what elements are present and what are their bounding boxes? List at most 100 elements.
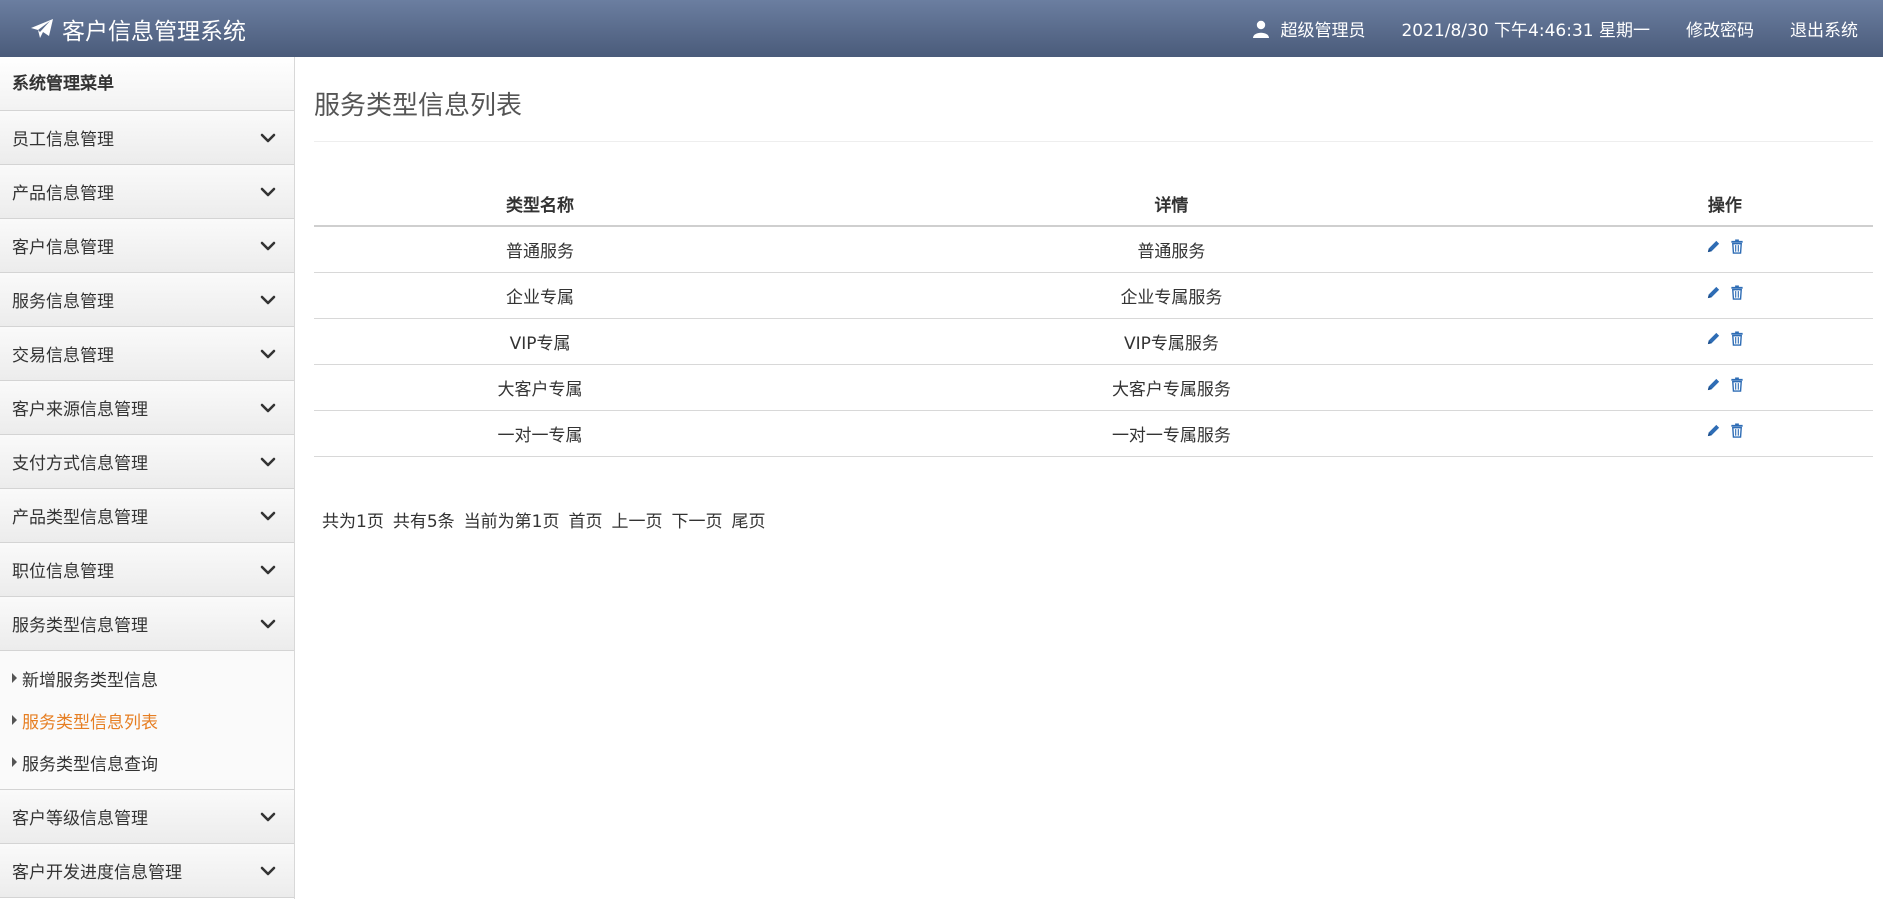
pager-next[interactable]: 下一页 xyxy=(671,507,722,532)
user-name: 超级管理员 xyxy=(1280,21,1366,41)
chevron-down-icon xyxy=(260,565,276,574)
change-password-link[interactable]: 修改密码 xyxy=(1686,16,1754,41)
app-title: 客户信息管理系统 xyxy=(62,18,246,45)
sidebar-group-label: 客户开发进度信息管理 xyxy=(12,863,182,883)
sidebar-group-label: 服务类型信息管理 xyxy=(12,616,148,636)
caret-right-icon xyxy=(12,715,17,725)
cell-detail: 一对一专属服务 xyxy=(766,410,1577,457)
cell-actions xyxy=(1576,410,1873,457)
sidebar-group-10[interactable]: 服务类型信息管理 xyxy=(0,597,294,651)
pencil-icon[interactable] xyxy=(1706,285,1721,300)
table-row: 大客户专属 大客户专属服务 xyxy=(314,364,1873,411)
paper-plane-icon xyxy=(31,18,53,38)
cell-type-name: 一对一专属 xyxy=(314,410,767,457)
sidebar-group-3[interactable]: 客户信息管理 xyxy=(0,219,294,273)
table-row: 普通服务 普通服务 xyxy=(314,226,1873,273)
sidebar-subitem-3[interactable]: 服务类型信息查询 xyxy=(0,741,294,783)
cell-actions xyxy=(1576,364,1873,411)
cell-detail: 企业专属服务 xyxy=(766,272,1577,319)
sidebar-subitem-label: 服务类型信息查询 xyxy=(22,754,158,775)
sidebar-menu: 员工信息管理 产品信息管理 客户信息管理 服务信息管理 交易信息管理客户来源信息管理 支付… xyxy=(0,111,294,898)
logout-link[interactable]: 退出系统 xyxy=(1790,16,1858,41)
sidebar-subitem-label: 服务类型信息列表 xyxy=(22,712,158,733)
chevron-down-icon xyxy=(260,511,276,520)
sidebar-subitem-1[interactable]: 新增服务类型信息 xyxy=(0,657,294,699)
column-header-actions: 操作 xyxy=(1576,182,1873,227)
datetime: 2021/8/30 下午4:46:31 星期一 xyxy=(1401,21,1650,41)
sidebar-subitem-2[interactable]: 服务类型信息列表 xyxy=(0,699,294,741)
pager-prev[interactable]: 上一页 xyxy=(611,507,662,532)
table-row: 企业专属 企业专属服务 xyxy=(314,272,1873,319)
chevron-down-icon xyxy=(260,403,276,412)
cell-detail: VIP专属服务 xyxy=(766,318,1577,365)
sidebar-title: 系统管理菜单 xyxy=(0,57,294,111)
cell-actions xyxy=(1576,226,1873,273)
main-content: 服务类型信息列表 类型名称 详情 操作 普通服务 普通服务 企业专属 企业专属服务 VI… xyxy=(314,57,1873,532)
pager-last[interactable]: 尾页 xyxy=(731,507,765,532)
trash-icon[interactable] xyxy=(1730,239,1744,255)
sidebar-group-1[interactable]: 员工信息管理 xyxy=(0,111,294,165)
sidebar-group-11[interactable]: 客户等级信息管理 xyxy=(0,790,294,844)
trash-icon[interactable] xyxy=(1730,377,1744,392)
current-user: 超级管理员 xyxy=(1252,16,1365,41)
cell-type-name: 普通服务 xyxy=(314,226,767,273)
user-icon xyxy=(1253,20,1270,38)
column-header-name: 类型名称 xyxy=(314,182,767,227)
cell-detail: 普通服务 xyxy=(766,226,1577,273)
top-right-area: 超级管理员 2021/8/30 下午4:46:31 星期一 修改密码 退出系统 xyxy=(1216,0,1858,57)
sidebar-group-label: 服务信息管理 xyxy=(12,292,114,312)
trash-icon[interactable] xyxy=(1730,423,1744,438)
pencil-icon[interactable] xyxy=(1706,239,1721,254)
trash-icon[interactable] xyxy=(1730,285,1744,300)
pager-first[interactable]: 首页 xyxy=(568,507,602,532)
chevron-down-icon xyxy=(260,187,276,196)
sidebar-group-label: 支付方式信息管理 xyxy=(12,454,148,474)
sidebar-submenu: 新增服务类型信息 服务类型信息列表 服务类型信息查询 xyxy=(0,651,294,790)
sidebar-group-label: 客户等级信息管理 xyxy=(12,809,148,829)
chevron-down-icon xyxy=(260,866,276,875)
sidebar-subitem-label: 新增服务类型信息 xyxy=(22,670,158,691)
sidebar-group-label: 客户来源信息管理 xyxy=(12,400,148,420)
sidebar-group-12[interactable]: 客户开发进度信息管理 xyxy=(0,844,294,898)
caret-right-icon xyxy=(12,673,17,683)
pencil-icon[interactable] xyxy=(1706,377,1721,392)
chevron-down-icon xyxy=(260,133,276,142)
pagination: 共为1页 共有5条 当前为第1页 首页 上一页 下一页 尾页 xyxy=(314,507,1873,532)
brand: 客户信息管理系统 xyxy=(30,0,246,57)
service-type-table: 类型名称 详情 操作 普通服务 普通服务 企业专属 企业专属服务 VIP专属 VIP专属服… xyxy=(314,182,1873,457)
cell-type-name: VIP专属 xyxy=(314,318,767,365)
sidebar-group-2[interactable]: 产品信息管理 xyxy=(0,165,294,219)
page-title: 服务类型信息列表 xyxy=(314,82,1873,142)
chevron-down-icon xyxy=(260,241,276,250)
pager-total-pages: 共为1页 xyxy=(322,511,384,532)
pager-total-records: 共有5条 xyxy=(392,511,455,532)
cell-actions xyxy=(1576,318,1873,365)
sidebar-group-9[interactable]: 职位信息管理 xyxy=(0,543,294,597)
chevron-down-icon xyxy=(260,457,276,466)
sidebar-group-label: 员工信息管理 xyxy=(12,130,114,150)
sidebar-group-label: 职位信息管理 xyxy=(12,562,114,582)
sidebar-group-7[interactable]: 支付方式信息管理 xyxy=(0,435,294,489)
chevron-down-icon xyxy=(260,295,276,304)
table-header-row: 类型名称 详情 操作 xyxy=(314,182,1873,227)
sidebar-group-6[interactable]: 客户来源信息管理 xyxy=(0,381,294,435)
cell-type-name: 企业专属 xyxy=(314,272,767,319)
chevron-down-icon xyxy=(260,349,276,358)
chevron-down-icon xyxy=(260,812,276,821)
sidebar-group-label: 产品类型信息管理 xyxy=(12,508,148,528)
trash-icon[interactable] xyxy=(1730,331,1744,346)
sidebar-group-label: 交易信息管理 xyxy=(12,346,114,366)
sidebar-group-label: 客户信息管理 xyxy=(12,238,114,258)
cell-actions xyxy=(1576,272,1873,319)
top-bar: 客户信息管理系统 超级管理员 2021/8/30 下午4:46:31 星期一 修… xyxy=(0,0,1883,57)
cell-detail: 大客户专属服务 xyxy=(766,364,1577,411)
pencil-icon[interactable] xyxy=(1706,331,1721,346)
sidebar-group-8[interactable]: 产品类型信息管理 xyxy=(0,489,294,543)
sidebar-group-4[interactable]: 服务信息管理 xyxy=(0,273,294,327)
cell-type-name: 大客户专属 xyxy=(314,364,767,411)
sidebar: 系统管理菜单 员工信息管理 产品信息管理 客户信息管理 服务信息管理 交易信息管理客户来… xyxy=(0,57,295,899)
sidebar-group-5[interactable]: 交易信息管理 xyxy=(0,327,294,381)
sidebar-group-label: 产品信息管理 xyxy=(12,184,114,204)
column-header-detail: 详情 xyxy=(766,182,1577,227)
pencil-icon[interactable] xyxy=(1706,423,1721,438)
